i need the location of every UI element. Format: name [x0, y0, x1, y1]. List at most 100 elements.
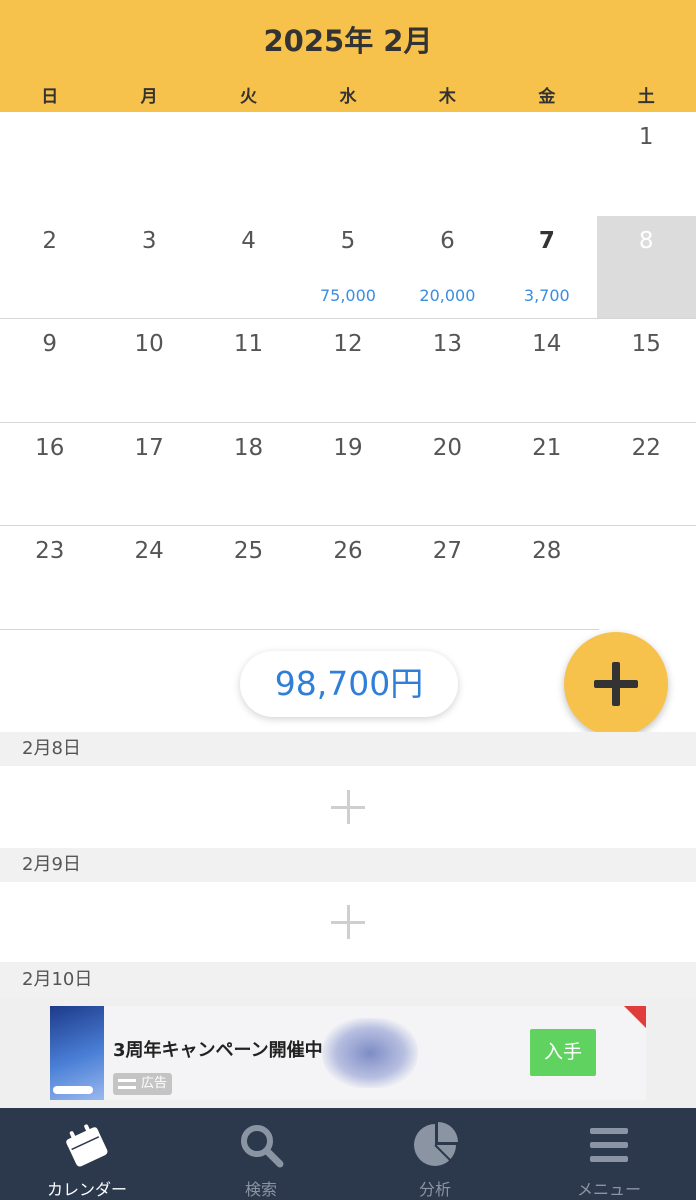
- day-cell-empty: [199, 112, 298, 216]
- menu-icon: [590, 1128, 628, 1162]
- calendar-header: 2025年 2月 日 月 火 水 木 金 土: [0, 0, 696, 112]
- day-number: 13: [432, 331, 463, 357]
- day-number: 8: [638, 227, 654, 254]
- day-cell-16[interactable]: 16: [0, 423, 99, 526]
- day-number: 14: [532, 331, 562, 357]
- ad-headline: 3周年キャンペーン開催中: [113, 1040, 323, 1061]
- day-entry-area-feb-8[interactable]: [0, 766, 696, 848]
- ad-badge: 広告: [113, 1073, 173, 1095]
- tab-analysis[interactable]: 分析: [348, 1108, 522, 1200]
- day-cell-6[interactable]: 6 20,000: [398, 216, 497, 319]
- day-cell-empty: [99, 112, 198, 216]
- day-cell-19[interactable]: 19: [298, 423, 397, 526]
- day-cell-11[interactable]: 11: [199, 319, 298, 422]
- day-amount: 75,000: [319, 285, 376, 305]
- day-cell-empty: [497, 112, 596, 216]
- ad-get-button[interactable]: 入手: [530, 1029, 596, 1076]
- ad-banner[interactable]: 3周年キャンペーン開催中 広告 入手: [50, 1006, 646, 1100]
- day-cell-2[interactable]: 2: [0, 216, 99, 319]
- add-entry-button[interactable]: [564, 632, 668, 736]
- ad-badge-label: 広告: [141, 1076, 168, 1091]
- day-number: 18: [233, 434, 264, 461]
- day-cell-8[interactable]: 8: [596, 215, 696, 318]
- add-icon[interactable]: [331, 790, 365, 824]
- day-cell-21[interactable]: 21: [497, 423, 596, 526]
- day-number: 27: [432, 538, 463, 564]
- calendar-icon: [66, 1124, 108, 1167]
- tab-menu-label: メニュー: [576, 1180, 641, 1199]
- calendar-week-row: 1: [0, 112, 696, 216]
- day-number: 7: [538, 227, 555, 254]
- calendar-week-row: 2 3 4 5 75,000 6 20,000 7 3,700 8: [0, 215, 696, 319]
- ad-corner-marker[interactable]: [624, 1006, 646, 1028]
- pie-chart-icon: [414, 1122, 458, 1166]
- day-number: 24: [134, 538, 164, 564]
- day-cell-3[interactable]: 3: [99, 216, 198, 319]
- day-cell-empty: [0, 112, 99, 216]
- day-number: 17: [134, 434, 164, 461]
- tab-calendar-label: カレンダー: [46, 1180, 127, 1199]
- day-number: 4: [241, 227, 256, 254]
- weekday-fri: 金: [538, 87, 556, 107]
- day-number: 15: [631, 331, 661, 357]
- day-cell-10[interactable]: 10: [99, 319, 198, 422]
- day-cell-20[interactable]: 20: [398, 423, 497, 526]
- day-cell-26[interactable]: 26: [298, 526, 397, 629]
- day-number: 19: [333, 434, 363, 461]
- day-number: 20: [432, 434, 463, 461]
- ad-blurred-graphic: [322, 1018, 418, 1088]
- day-cell-27[interactable]: 27: [398, 526, 497, 629]
- day-number: 16: [35, 434, 65, 461]
- day-number: 23: [35, 538, 65, 564]
- month-title[interactable]: 2025年 2月: [0, 18, 696, 60]
- day-cell-15[interactable]: 15: [597, 319, 696, 422]
- calendar-grid: 1 2 3 4 5 75,000 6 20,000 7 3,700 8 9 10 11 12 13 14 15 16…: [0, 112, 696, 630]
- day-number: 3: [141, 227, 157, 254]
- weekday-row: 日 月 火 水 木 金 土: [0, 84, 696, 110]
- weekday-tue: 火: [240, 87, 258, 107]
- day-cell-14[interactable]: 14: [497, 319, 596, 422]
- day-cell-4[interactable]: 4: [199, 216, 298, 319]
- day-number: 9: [42, 331, 58, 357]
- date-header-feb-8: 2月8日: [0, 732, 696, 766]
- day-cell-28[interactable]: 28: [497, 526, 596, 629]
- date-header-feb-9: 2月9日: [0, 848, 696, 882]
- day-cell-12[interactable]: 12: [298, 319, 397, 422]
- month-total: 98,700円: [240, 651, 458, 717]
- day-cell-5[interactable]: 5 75,000: [298, 216, 397, 319]
- day-number: 26: [333, 538, 363, 564]
- calendar-week-row: 23 24 25 26 27 28: [0, 526, 599, 630]
- day-cell-empty: [398, 112, 497, 216]
- tab-search-label: 検索: [244, 1180, 277, 1199]
- weekday-mon: 月: [140, 87, 158, 107]
- day-cell-22[interactable]: 22: [597, 423, 696, 526]
- day-number: 5: [340, 227, 356, 254]
- day-cell-13[interactable]: 13: [398, 319, 497, 422]
- calendar-week-row: 9 10 11 12 13 14 15: [0, 319, 696, 423]
- weekday-sat: 土: [637, 87, 655, 107]
- search-icon: [241, 1125, 284, 1168]
- day-cell-23[interactable]: 23: [0, 526, 99, 629]
- day-entry-area-feb-9[interactable]: [0, 882, 696, 962]
- day-number: 2: [42, 227, 58, 254]
- day-cell-1[interactable]: 1: [597, 112, 696, 216]
- day-cell-24[interactable]: 24: [99, 526, 198, 629]
- day-cell-7[interactable]: 7 3,700: [497, 216, 596, 319]
- day-number: 10: [134, 331, 164, 357]
- day-cell-18[interactable]: 18: [199, 423, 298, 526]
- day-cell-empty: [298, 112, 397, 216]
- day-number: 12: [333, 331, 363, 357]
- add-icon[interactable]: [331, 905, 365, 939]
- weekday-sun: 日: [41, 87, 59, 107]
- day-cell-17[interactable]: 17: [99, 423, 198, 526]
- day-amount: 20,000: [419, 285, 476, 305]
- day-cell-25[interactable]: 25: [199, 526, 298, 629]
- tab-search[interactable]: 検索: [174, 1108, 348, 1200]
- day-cell-9[interactable]: 9: [0, 319, 99, 422]
- tab-calendar[interactable]: カレンダー: [0, 1108, 174, 1200]
- tab-menu[interactable]: メニュー: [522, 1108, 696, 1200]
- ad-logo-icon: [118, 1079, 136, 1089]
- day-number: 22: [631, 434, 661, 461]
- ad-image: [50, 1006, 104, 1100]
- day-number: 11: [233, 331, 264, 357]
